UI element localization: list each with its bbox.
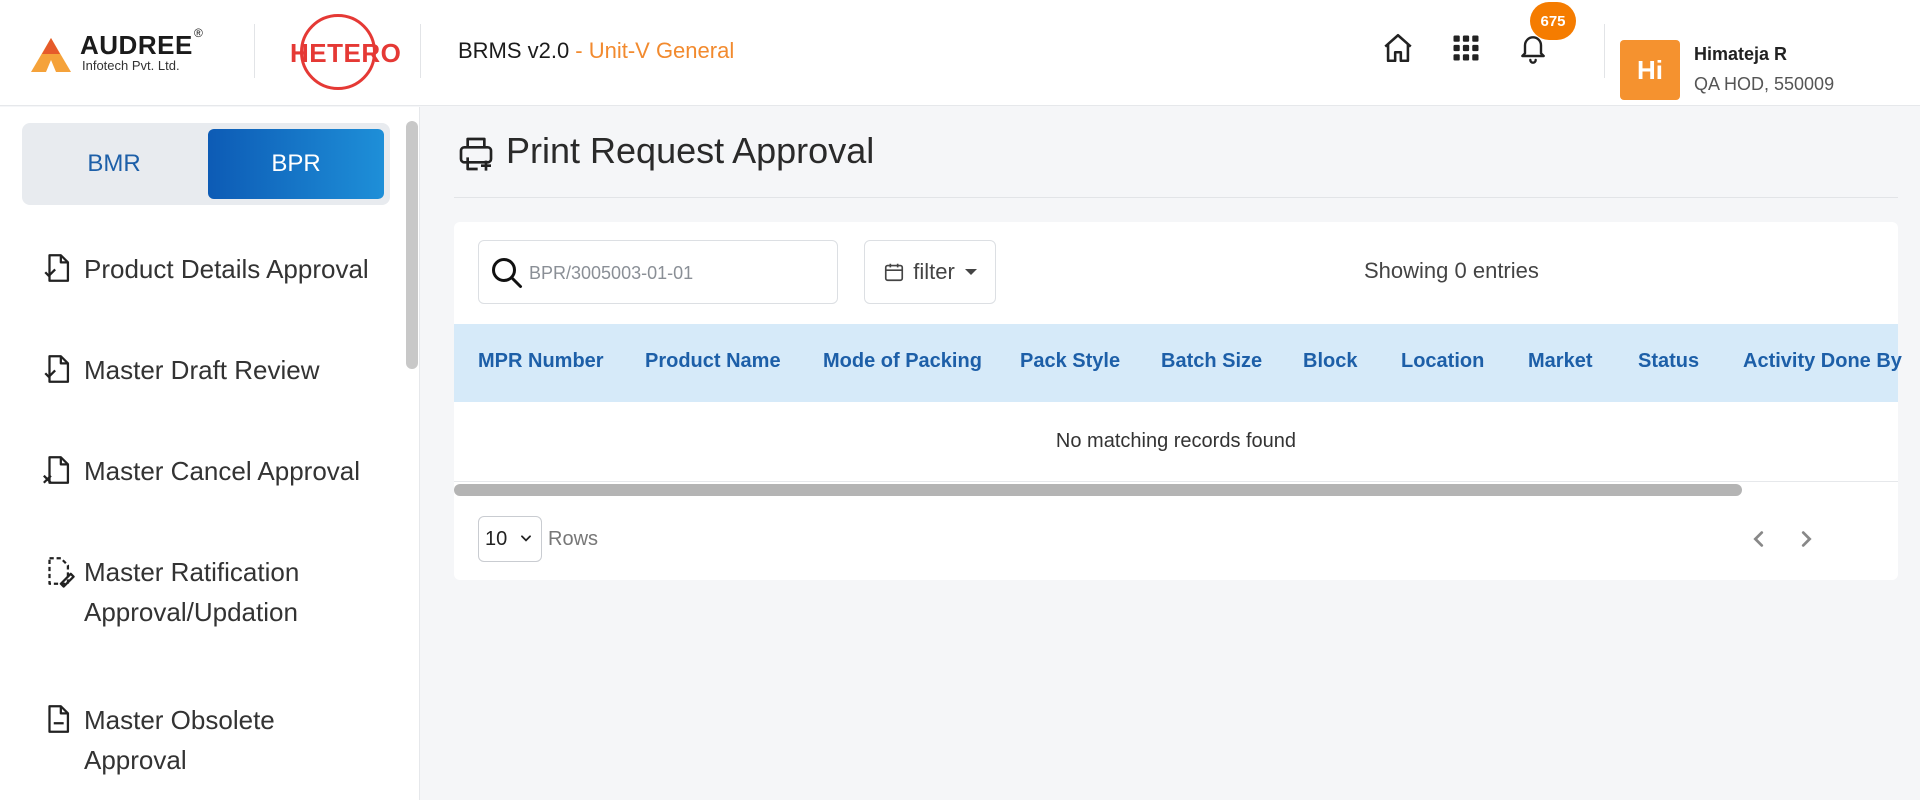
app-name: BRMS v2.0 bbox=[458, 38, 570, 63]
column-header[interactable]: MPR Number bbox=[478, 350, 604, 373]
unit-name: - Unit-V General bbox=[575, 38, 735, 63]
document-check-icon bbox=[44, 355, 70, 383]
audree-brand: AUDREE bbox=[80, 30, 193, 60]
calendar-icon bbox=[885, 263, 904, 282]
chevron-right-icon bbox=[1801, 531, 1812, 547]
rows-per-page-value: 10 bbox=[485, 527, 508, 550]
page-title: Print Request Approval bbox=[506, 130, 875, 171]
sidebar-item-master-obsolete-approval[interactable]: Master Obsolete Approval bbox=[40, 700, 380, 780]
column-header[interactable]: Product Name bbox=[645, 350, 781, 373]
document-cancel-icon bbox=[43, 456, 70, 484]
sidebar-item-master-ratification[interactable]: Master Ratification Approval/Updation bbox=[40, 552, 380, 632]
column-header[interactable]: Status bbox=[1638, 350, 1699, 373]
column-header[interactable]: Batch Size bbox=[1161, 350, 1262, 373]
sidebar-scrollbar[interactable] bbox=[406, 121, 418, 369]
audree-registered-mark: ® bbox=[194, 26, 203, 40]
previous-page-button[interactable] bbox=[1744, 524, 1774, 554]
sidebar-item-master-draft-review[interactable]: Master Draft Review bbox=[40, 350, 380, 390]
audree-logo-mark bbox=[31, 38, 71, 72]
bmr-bpr-toggle: BMR BPR bbox=[22, 123, 390, 205]
printer-add-icon bbox=[459, 137, 493, 171]
chevron-left-icon bbox=[1753, 531, 1764, 547]
filter-label: filter bbox=[913, 259, 955, 284]
sidebar-item-label: Master Obsolete Approval bbox=[84, 705, 275, 775]
next-page-button[interactable] bbox=[1791, 524, 1821, 554]
home-icon[interactable] bbox=[1378, 28, 1418, 68]
tab-bpr[interactable]: BPR bbox=[208, 129, 384, 199]
empty-message: No matching records found bbox=[1055, 430, 1297, 452]
table-horizontal-scrollbar[interactable] bbox=[454, 484, 1742, 496]
audree-logo: AUDREE ® Infotech Pvt. Ltd. bbox=[30, 26, 220, 78]
filter-button[interactable]: filter bbox=[864, 240, 996, 304]
column-header[interactable]: Market bbox=[1528, 350, 1592, 373]
app-title: BRMS v2.0- Unit-V General bbox=[458, 38, 734, 64]
search-input[interactable] bbox=[529, 257, 829, 289]
audree-subtitle: Infotech Pvt. Ltd. bbox=[82, 58, 180, 73]
top-header: AUDREE ® Infotech Pvt. Ltd. HETERO BRMS … bbox=[0, 0, 1920, 106]
page-header: Print Request Approval bbox=[454, 130, 1898, 198]
search-box[interactable] bbox=[478, 240, 838, 304]
document-edit-icon bbox=[48, 557, 75, 588]
chevron-down-icon bbox=[521, 535, 531, 542]
column-header[interactable]: Mode of Packing bbox=[823, 350, 982, 373]
sidebar-item-master-cancel-approval[interactable]: Master Cancel Approval bbox=[40, 451, 380, 491]
document-minus-icon bbox=[48, 705, 70, 733]
hetero-logo: HETERO bbox=[286, 12, 401, 94]
table-empty-row: No matching records found bbox=[454, 402, 1898, 482]
apps-grid-icon[interactable] bbox=[1446, 28, 1486, 68]
header-divider bbox=[1604, 24, 1605, 78]
sidebar-item-product-details-approval[interactable]: Product Details Approval bbox=[40, 249, 380, 289]
user-name[interactable]: Himateja R bbox=[1694, 44, 1787, 65]
rows-per-page-select[interactable]: 10 bbox=[478, 516, 542, 562]
sidebar-item-label: Master Draft Review bbox=[84, 355, 320, 385]
header-divider bbox=[254, 24, 255, 78]
table-header: MPR Number Product Name Mode of Packing … bbox=[454, 324, 1902, 402]
user-role: QA HOD, 550009 bbox=[1694, 74, 1835, 94]
header-divider bbox=[420, 24, 421, 78]
hetero-logo-text: HETERO bbox=[290, 38, 402, 68]
document-check-icon bbox=[44, 254, 70, 282]
sidebar-item-label: Product Details Approval bbox=[84, 254, 369, 284]
avatar[interactable]: Hi bbox=[1620, 40, 1680, 100]
tab-bmr[interactable]: BMR bbox=[28, 129, 200, 199]
sidebar: BMR BPR Product Details Approval Master … bbox=[0, 107, 420, 800]
data-card: filter Showing 0 entries MPR Number Prod… bbox=[454, 222, 1902, 580]
column-header[interactable]: Location bbox=[1401, 350, 1484, 373]
caret-down-icon bbox=[964, 269, 977, 275]
column-header[interactable]: Pack Style bbox=[1020, 350, 1120, 373]
notification-badge[interactable]: 675 bbox=[1530, 2, 1576, 40]
sidebar-item-label: Master Cancel Approval bbox=[84, 456, 361, 486]
rows-label: Rows bbox=[548, 528, 599, 550]
column-header[interactable]: Block bbox=[1303, 350, 1357, 373]
column-header[interactable]: Activity Done By bbox=[1743, 350, 1902, 373]
search-icon bbox=[492, 258, 522, 288]
sidebar-item-label: Master Ratification Approval/Updation bbox=[84, 557, 300, 627]
entries-count: Showing 0 entries bbox=[1364, 258, 1539, 283]
